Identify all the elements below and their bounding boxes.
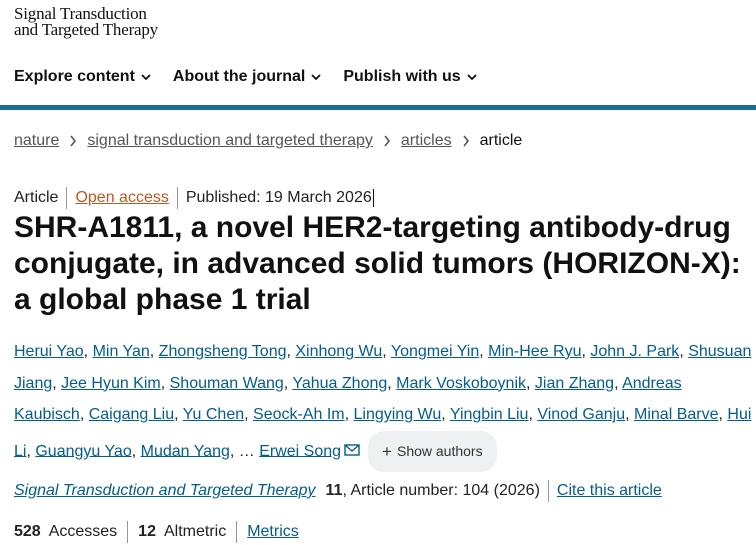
author-link[interactable]: Mudan Yang bbox=[141, 442, 230, 459]
author-list: Herui Yao, Min Yan, Zhongsheng Tong, Xin… bbox=[14, 336, 754, 472]
chevron-right-icon bbox=[384, 135, 390, 147]
author-link[interactable]: Lingying Wu bbox=[354, 406, 442, 423]
author-link[interactable]: Yingbin Liu bbox=[450, 406, 529, 423]
author-link[interactable]: Mark Voskoboynik bbox=[396, 375, 526, 392]
author-ellipsis: … bbox=[238, 442, 255, 460]
breadcrumb: nature signal transduction and targeted … bbox=[14, 132, 522, 150]
author-link[interactable]: Yongmei Yin bbox=[391, 343, 479, 360]
logo-line-2: and Targeted Therapy bbox=[14, 20, 158, 39]
journal-logo[interactable]: Signal Transduction and Targeted Therapy bbox=[14, 5, 158, 39]
divider bbox=[547, 480, 549, 502]
metrics-link[interactable]: Metrics bbox=[247, 523, 299, 541]
author-link[interactable]: John J. Park bbox=[590, 343, 679, 360]
nav-about-label: About the journal bbox=[172, 68, 306, 85]
divider bbox=[66, 187, 68, 209]
author-link[interactable]: Min-Hee Ryu bbox=[488, 343, 581, 360]
nav-explore-label: Explore content bbox=[14, 68, 135, 85]
author-link[interactable]: Caigang Liu bbox=[89, 406, 174, 423]
volume-number: 11 bbox=[325, 482, 343, 499]
author-link[interactable]: Jian Zhang bbox=[535, 375, 614, 392]
divider bbox=[127, 521, 129, 543]
author-link[interactable]: Jee Hyun Kim bbox=[61, 375, 161, 392]
accesses-count: 528 bbox=[14, 523, 41, 540]
chevron-down-icon bbox=[311, 74, 321, 81]
divider bbox=[236, 521, 238, 543]
corresponding-author-link[interactable]: Erwei Song bbox=[259, 442, 341, 459]
main-nav: Explore content About the journal Publis… bbox=[14, 68, 499, 86]
open-access-link[interactable]: Open access bbox=[75, 189, 168, 207]
cite-article-link[interactable]: Cite this article bbox=[557, 482, 662, 500]
breadcrumb-journal[interactable]: signal transduction and targeted therapy bbox=[87, 132, 373, 150]
author-link[interactable]: Seock-Ah Im bbox=[253, 406, 345, 423]
author-link[interactable]: Minal Barve bbox=[634, 406, 718, 423]
article-type: Article bbox=[14, 189, 59, 206]
plus-icon: + bbox=[382, 441, 392, 461]
show-authors-label: Show authors bbox=[396, 442, 483, 459]
citation-line: Signal Transduction and Targeted Therapy… bbox=[14, 480, 662, 502]
nav-about-journal[interactable]: About the journal bbox=[173, 68, 321, 86]
breadcrumb-current: article bbox=[479, 132, 523, 149]
chevron-down-icon bbox=[141, 74, 151, 81]
author-link[interactable]: Guangyu Yao bbox=[35, 442, 131, 459]
show-authors-button[interactable]: + Show authors bbox=[368, 430, 497, 472]
breadcrumb-nature[interactable]: nature bbox=[14, 132, 59, 150]
article-number: , Article number: 104 (2026) bbox=[342, 482, 540, 499]
article-metrics: 528 Accesses 12 Altmetric Metrics bbox=[14, 521, 299, 543]
author-link[interactable]: Herui Yao bbox=[14, 343, 84, 360]
article-title: SHR-A1811, a novel HER2-targeting antibo… bbox=[14, 211, 741, 316]
journal-name-link[interactable]: Signal Transduction and Targeted Therapy bbox=[14, 482, 316, 500]
nav-publish[interactable]: Publish with us bbox=[343, 68, 477, 86]
nav-publish-label: Publish with us bbox=[343, 68, 461, 85]
mail-icon[interactable] bbox=[344, 444, 360, 457]
author-link[interactable]: Shouman Wang bbox=[170, 375, 284, 392]
header-accent-rule bbox=[0, 105, 756, 110]
author-link[interactable]: Xinhong Wu bbox=[295, 343, 382, 360]
altmetric-count: 12 bbox=[138, 523, 156, 540]
author-link[interactable]: Vinod Ganju bbox=[537, 406, 625, 423]
accesses-label: Accesses bbox=[48, 523, 118, 540]
divider bbox=[176, 187, 178, 209]
author-link[interactable]: Yahua Zhong bbox=[292, 375, 387, 392]
altmetric-label: Altmetric bbox=[163, 523, 227, 540]
chevron-right-icon bbox=[462, 135, 469, 147]
author-link[interactable]: Zhongsheng Tong bbox=[159, 343, 287, 360]
nav-explore-content[interactable]: Explore content bbox=[14, 68, 151, 86]
chevron-down-icon bbox=[467, 74, 477, 81]
published-date: Published: 19 March 2026 bbox=[185, 189, 372, 206]
author-link[interactable]: Yu Chen bbox=[183, 406, 244, 423]
article-meta: Article Open access Published: 19 March … bbox=[14, 187, 374, 209]
breadcrumb-articles[interactable]: articles bbox=[401, 132, 452, 150]
author-link[interactable]: Min Yan bbox=[93, 343, 150, 360]
chevron-right-icon bbox=[70, 135, 77, 147]
text-cursor bbox=[372, 189, 374, 207]
